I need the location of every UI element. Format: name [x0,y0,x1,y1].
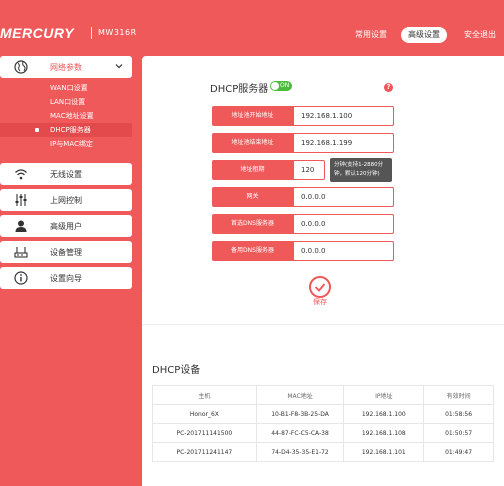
dhcp-toggle[interactable]: ON [270,81,292,91]
lease-time-tip: 分钟(支持1-2880分 钟，默认120分钟) [330,158,392,182]
table-cell: 74-D4-35-35-E1-72 [255,442,345,462]
globe-icon [14,60,28,74]
sidebar-item-label: 无线设置 [50,170,82,179]
table-cell: 192.168.1.108 [343,423,425,443]
sidebar-sub-label: LAN口设置 [50,98,86,106]
gateway-input[interactable]: 0.0.0.0 [293,187,394,207]
column-header: 有效时间 [423,385,494,405]
sidebar-item-label: 上网控制 [50,196,82,205]
field-label: 地址池结束地址 [212,133,293,153]
primary-dns-input[interactable]: 0.0.0.0 [293,214,394,234]
secondary-dns-input[interactable]: 0.0.0.0 [293,241,394,261]
sidebar-item-label: 设置向导 [50,274,82,283]
sidebar-item-wireless[interactable]: 无线设置 [0,163,132,185]
info-icon [14,271,28,285]
table-cell: 192.168.1.100 [343,404,425,424]
top-header: MERCURY MW316R 常用设置 高级设置 安全退出 [0,0,504,52]
field-label: 备用DNS服务器 [212,241,293,261]
table-cell: 01:49:47 [423,442,494,462]
sliders-icon [15,194,27,206]
sidebar-item-setup-wizard[interactable]: 设置向导 [0,267,132,289]
table-row: PC-201711141500 44-87-FC-C5-CA-38 192.16… [152,423,494,443]
dhcp-devices-table: 主机 MAC地址 IP地址 有效时间 Honor_6X 10-B1-F8-3B-… [152,385,494,462]
toggle-on-label: ON [280,82,290,89]
wifi-icon [15,169,27,180]
table-cell: PC-201711241147 [152,442,257,462]
field-label: 网关 [212,187,293,207]
sidebar-sub-ip-mac-bind[interactable]: IP与MAC绑定 [0,137,132,151]
sidebar-sub-label: IP与MAC绑定 [50,140,93,148]
sidebar-item-access-control[interactable]: 上网控制 [0,189,132,211]
field-label: 地址租期 [212,160,293,180]
nav-advanced-settings[interactable]: 高级设置 [401,27,447,43]
logo-separator [91,27,92,39]
sidebar-item-label: 高级用户 [50,222,82,231]
toggle-knob [271,82,279,90]
sidebar-sub-wan[interactable]: WAN口设置 [0,81,132,95]
table-cell: 192.168.1.101 [343,442,425,462]
sidebar-item-label: 网络参数 [50,63,82,72]
column-header: 主机 [152,385,257,405]
active-dot-icon [35,128,39,132]
router-icon [14,247,28,258]
save-label: 保存 [313,298,327,306]
sidebar-sub-mac[interactable]: MAC地址设置 [0,109,132,123]
table-header-row: 主机 MAC地址 IP地址 有效时间 [152,385,494,405]
main-panel: DHCP服务器 ON ? 地址池开始地址 192.168.1.100 地址池结束… [142,56,504,486]
nav-logout[interactable]: 安全退出 [464,27,496,43]
chevron-down-icon [115,64,123,69]
table-cell: 01:50:57 [423,423,494,443]
table-cell: 10-B1-F8-3B-25-DA [255,404,345,424]
section-divider [142,324,504,325]
sidebar-item-advanced-users[interactable]: 高级用户 [0,215,132,237]
help-icon[interactable]: ? [384,83,393,92]
column-header: MAC地址 [255,385,345,405]
user-icon [15,220,27,232]
sidebar-sub-dhcp[interactable]: DHCP服务器 [0,123,132,137]
table-cell: Honor_6X [152,404,257,424]
field-label: 首选DNS服务器 [212,214,293,234]
table-cell: 01:58:56 [423,404,494,424]
table-cell: 44-87-FC-C5-CA-38 [255,423,345,443]
dhcp-server-title: DHCP服务器 [210,84,269,95]
sidebar-sub-label: MAC地址设置 [50,112,94,120]
column-header: IP地址 [343,385,425,405]
tip-line: 钟，默认120分钟) [334,171,380,177]
nav-common-settings[interactable]: 常用设置 [355,27,387,43]
pool-start-input[interactable]: 192.168.1.100 [293,106,394,126]
tip-line: 分钟(支持1-2880分 [334,162,384,168]
brand-logo: MERCURY [0,25,75,41]
save-button[interactable] [309,276,331,298]
sidebar-item-network[interactable]: 网络参数 [0,56,132,78]
sidebar-sub-lan[interactable]: LAN口设置 [0,95,132,109]
model-name: MW316R [98,28,137,37]
table-row: PC-201711241147 74-D4-35-35-E1-72 192.16… [152,442,494,462]
sidebar-sub-label: WAN口设置 [50,84,88,92]
sidebar-item-label: 设备管理 [50,248,82,257]
sidebar-sub-label: DHCP服务器 [50,126,91,134]
pool-end-input[interactable]: 192.168.1.199 [293,133,394,153]
lease-time-input[interactable]: 120 [293,160,325,180]
field-label: 地址池开始地址 [212,106,293,126]
sidebar-item-device-management[interactable]: 设备管理 [0,241,132,263]
table-row: Honor_6X 10-B1-F8-3B-25-DA 192.168.1.100… [152,404,494,424]
dhcp-devices-title: DHCP设备 [152,365,201,376]
table-cell: PC-201711141500 [152,423,257,443]
check-icon [314,283,326,292]
